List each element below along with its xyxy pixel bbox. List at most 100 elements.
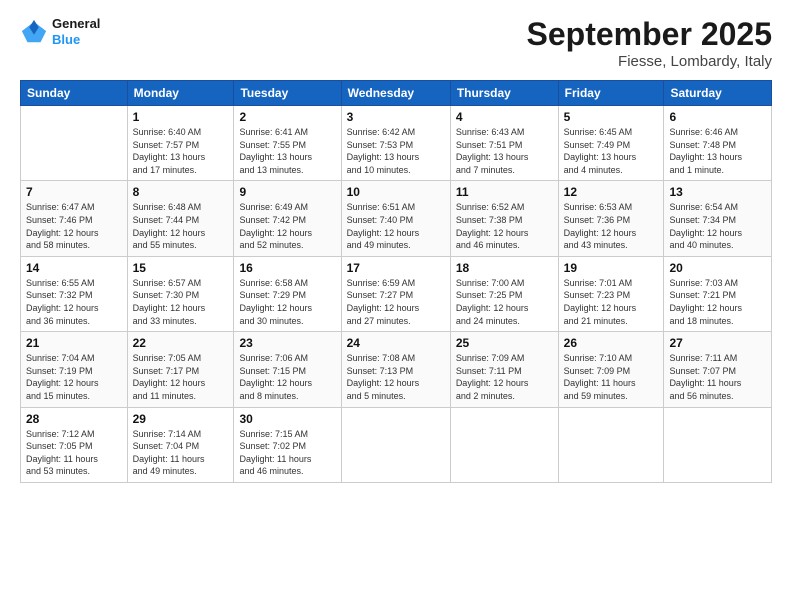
calendar-cell: 16 Sunrise: 6:58 AM Sunset: 7:29 PM Dayli…	[234, 256, 341, 331]
weekday-header-tuesday: Tuesday	[234, 81, 341, 106]
weekday-header-saturday: Saturday	[664, 81, 772, 106]
day-info: Sunrise: 7:14 AM Sunset: 7:04 PM Dayligh…	[133, 428, 229, 478]
calendar-cell: 14Sunrise: 6:55 AM Sunset: 7:32 PM Dayli…	[21, 256, 128, 331]
day-info: Sunrise: 6:57 AM Sunset: 7:30 PM Dayligh…	[133, 277, 229, 327]
day-info: Sunrise: 6:43 AM Sunset: 7:51 PM Dayligh…	[456, 126, 553, 176]
calendar-cell: 19 Sunrise: 7:01 AM Sunset: 7:23 PM Dayli…	[558, 256, 664, 331]
day-number: 18	[456, 261, 553, 275]
day-info: Sunrise: 6:58 AM Sunset: 7:29 PM Dayligh…	[239, 277, 335, 327]
day-number: 19	[564, 261, 659, 275]
day-info: Sunrise: 6:42 AM Sunset: 7:53 PM Dayligh…	[347, 126, 445, 176]
day-number: 16	[239, 261, 335, 275]
day-number: 7	[26, 185, 122, 199]
calendar-cell: 2 Sunrise: 6:41 AM Sunset: 7:55 PM Daylig…	[234, 106, 341, 181]
day-number: 3	[347, 110, 445, 124]
day-info: Sunrise: 6:45 AM Sunset: 7:49 PM Dayligh…	[564, 126, 659, 176]
day-number: 9	[239, 185, 335, 199]
day-info: Sunrise: 6:46 AM Sunset: 7:48 PM Dayligh…	[669, 126, 766, 176]
day-number: 1	[133, 110, 229, 124]
calendar-cell: 7 Sunrise: 6:47 AM Sunset: 7:46 PM Daylig…	[21, 181, 128, 256]
calendar-cell	[664, 407, 772, 482]
calendar-cell: 26Sunrise: 7:10 AM Sunset: 7:09 PM Dayli…	[558, 332, 664, 407]
calendar-cell: 30 Sunrise: 7:15 AM Sunset: 7:02 PM Dayli…	[234, 407, 341, 482]
logo: General Blue	[20, 16, 100, 47]
day-number: 10	[347, 185, 445, 199]
calendar-week-3: 14Sunrise: 6:55 AM Sunset: 7:32 PM Dayli…	[21, 256, 772, 331]
day-info: Sunrise: 7:01 AM Sunset: 7:23 PM Dayligh…	[564, 277, 659, 327]
day-number: 30	[239, 412, 335, 426]
day-info: Sunrise: 6:49 AM Sunset: 7:42 PM Dayligh…	[239, 201, 335, 251]
calendar-cell: 12 Sunrise: 6:53 AM Sunset: 7:36 PM Dayli…	[558, 181, 664, 256]
day-number: 15	[133, 261, 229, 275]
day-info: Sunrise: 6:55 AM Sunset: 7:32 PM Dayligh…	[26, 277, 122, 327]
day-info: Sunrise: 6:41 AM Sunset: 7:55 PM Dayligh…	[239, 126, 335, 176]
day-number: 12	[564, 185, 659, 199]
day-number: 22	[133, 336, 229, 350]
day-info: Sunrise: 6:59 AM Sunset: 7:27 PM Dayligh…	[347, 277, 445, 327]
day-number: 23	[239, 336, 335, 350]
day-info: Sunrise: 7:04 AM Sunset: 7:19 PM Dayligh…	[26, 352, 122, 402]
calendar-cell: 27Sunrise: 7:11 AM Sunset: 7:07 PM Dayli…	[664, 332, 772, 407]
day-info: Sunrise: 7:09 AM Sunset: 7:11 PM Dayligh…	[456, 352, 553, 402]
calendar-cell: 13 Sunrise: 6:54 AM Sunset: 7:34 PM Dayli…	[664, 181, 772, 256]
calendar-cell: 11 Sunrise: 6:52 AM Sunset: 7:38 PM Dayli…	[450, 181, 558, 256]
calendar-cell: 28 Sunrise: 7:12 AM Sunset: 7:05 PM Dayli…	[21, 407, 128, 482]
day-info: Sunrise: 7:03 AM Sunset: 7:21 PM Dayligh…	[669, 277, 766, 327]
weekday-header-thursday: Thursday	[450, 81, 558, 106]
logo-text: General Blue	[52, 16, 100, 47]
day-info: Sunrise: 6:52 AM Sunset: 7:38 PM Dayligh…	[456, 201, 553, 251]
calendar-cell: 15 Sunrise: 6:57 AM Sunset: 7:30 PM Dayli…	[127, 256, 234, 331]
day-number: 13	[669, 185, 766, 199]
calendar-cell: 23 Sunrise: 7:06 AM Sunset: 7:15 PM Dayli…	[234, 332, 341, 407]
day-info: Sunrise: 6:47 AM Sunset: 7:46 PM Dayligh…	[26, 201, 122, 251]
calendar-cell: 18 Sunrise: 7:00 AM Sunset: 7:25 PM Dayli…	[450, 256, 558, 331]
location-subtitle: Fiesse, Lombardy, Italy	[527, 53, 772, 70]
day-number: 11	[456, 185, 553, 199]
calendar-cell: 25 Sunrise: 7:09 AM Sunset: 7:11 PM Dayli…	[450, 332, 558, 407]
calendar-cell: 20 Sunrise: 7:03 AM Sunset: 7:21 PM Dayli…	[664, 256, 772, 331]
weekday-header-row: SundayMondayTuesdayWednesdayThursdayFrid…	[21, 81, 772, 106]
day-info: Sunrise: 6:40 AM Sunset: 7:57 PM Dayligh…	[133, 126, 229, 176]
calendar-cell: 3 Sunrise: 6:42 AM Sunset: 7:53 PM Daylig…	[341, 106, 450, 181]
day-number: 21	[26, 336, 122, 350]
day-number: 20	[669, 261, 766, 275]
day-number: 6	[669, 110, 766, 124]
day-number: 5	[564, 110, 659, 124]
calendar-week-5: 28 Sunrise: 7:12 AM Sunset: 7:05 PM Dayli…	[21, 407, 772, 482]
calendar-cell: 10 Sunrise: 6:51 AM Sunset: 7:40 PM Dayli…	[341, 181, 450, 256]
calendar-cell	[450, 407, 558, 482]
day-info: Sunrise: 7:15 AM Sunset: 7:02 PM Dayligh…	[239, 428, 335, 478]
day-number: 28	[26, 412, 122, 426]
day-info: Sunrise: 6:48 AM Sunset: 7:44 PM Dayligh…	[133, 201, 229, 251]
day-info: Sunrise: 7:06 AM Sunset: 7:15 PM Dayligh…	[239, 352, 335, 402]
calendar-cell: 4Sunrise: 6:43 AM Sunset: 7:51 PM Daylig…	[450, 106, 558, 181]
weekday-header-sunday: Sunday	[21, 81, 128, 106]
weekday-header-wednesday: Wednesday	[341, 81, 450, 106]
calendar-cell: 22 Sunrise: 7:05 AM Sunset: 7:17 PM Dayli…	[127, 332, 234, 407]
day-info: Sunrise: 6:53 AM Sunset: 7:36 PM Dayligh…	[564, 201, 659, 251]
calendar-cell	[558, 407, 664, 482]
weekday-header-monday: Monday	[127, 81, 234, 106]
day-number: 26	[564, 336, 659, 350]
day-info: Sunrise: 6:51 AM Sunset: 7:40 PM Dayligh…	[347, 201, 445, 251]
calendar-cell: 21 Sunrise: 7:04 AM Sunset: 7:19 PM Dayli…	[21, 332, 128, 407]
day-info: Sunrise: 7:12 AM Sunset: 7:05 PM Dayligh…	[26, 428, 122, 478]
day-number: 17	[347, 261, 445, 275]
day-number: 29	[133, 412, 229, 426]
day-info: Sunrise: 7:11 AM Sunset: 7:07 PM Dayligh…	[669, 352, 766, 402]
header: General Blue September 2025 Fiesse, Lomb…	[20, 16, 772, 70]
day-info: Sunrise: 7:00 AM Sunset: 7:25 PM Dayligh…	[456, 277, 553, 327]
day-number: 25	[456, 336, 553, 350]
calendar-cell	[21, 106, 128, 181]
day-number: 8	[133, 185, 229, 199]
calendar-cell: 9 Sunrise: 6:49 AM Sunset: 7:42 PM Daylig…	[234, 181, 341, 256]
calendar-week-4: 21 Sunrise: 7:04 AM Sunset: 7:19 PM Dayli…	[21, 332, 772, 407]
day-number: 2	[239, 110, 335, 124]
day-info: Sunrise: 6:54 AM Sunset: 7:34 PM Dayligh…	[669, 201, 766, 251]
logo-icon	[20, 18, 48, 46]
day-info: Sunrise: 7:05 AM Sunset: 7:17 PM Dayligh…	[133, 352, 229, 402]
month-title: September 2025	[527, 16, 772, 53]
day-number: 24	[347, 336, 445, 350]
calendar-cell: 5 Sunrise: 6:45 AM Sunset: 7:49 PM Daylig…	[558, 106, 664, 181]
calendar-cell: 8 Sunrise: 6:48 AM Sunset: 7:44 PM Daylig…	[127, 181, 234, 256]
